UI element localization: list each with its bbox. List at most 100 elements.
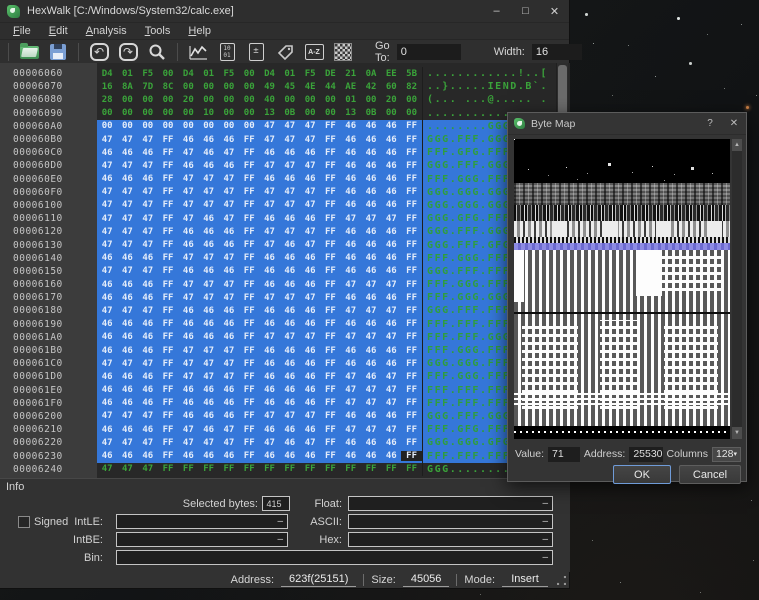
byte-cell[interactable]: 46	[280, 385, 300, 395]
byte-cell[interactable]: 21	[341, 69, 361, 79]
byte-cell[interactable]: 46	[280, 306, 300, 316]
byte-cell[interactable]: 47	[97, 359, 117, 369]
byte-cell[interactable]: 46	[280, 438, 300, 448]
byte-cell[interactable]: 00	[138, 108, 158, 118]
byte-cell[interactable]: 46	[361, 372, 381, 382]
byte-cell[interactable]: 20	[381, 95, 401, 105]
byte-cell[interactable]: 46	[259, 148, 279, 158]
byte-cell[interactable]: FF	[320, 187, 340, 197]
byte-cell[interactable]: FF	[401, 306, 421, 316]
byte-cell[interactable]: 46	[117, 451, 137, 461]
byte-cell[interactable]: FF	[239, 280, 259, 290]
byte-cell[interactable]: 46	[117, 385, 137, 395]
byte-cell[interactable]: 00	[239, 82, 259, 92]
resize-grip[interactable]	[557, 576, 566, 585]
byte-cell[interactable]: FF	[239, 240, 259, 250]
byte-cell[interactable]: 47	[341, 214, 361, 224]
byte-cell[interactable]: 46	[341, 411, 361, 421]
byte-cell[interactable]: 47	[361, 214, 381, 224]
byte-cell[interactable]: 46	[259, 319, 279, 329]
byte-cell[interactable]: 47	[198, 174, 218, 184]
byte-cell[interactable]: 46	[219, 227, 239, 237]
byte-cell[interactable]: 46	[300, 346, 320, 356]
byte-cell[interactable]: FF	[361, 464, 381, 474]
byte-cell[interactable]: 47	[198, 280, 218, 290]
byte-cell[interactable]: 00	[219, 82, 239, 92]
byte-cell[interactable]: 46	[361, 438, 381, 448]
byte-cell[interactable]: FF	[239, 306, 259, 316]
byte-cell[interactable]: FF	[158, 464, 178, 474]
menu-help[interactable]: Help	[179, 23, 220, 39]
byte-cell[interactable]: FF	[320, 293, 340, 303]
redo-icon[interactable]: ↷	[117, 42, 139, 63]
byte-cell[interactable]: 46	[381, 346, 401, 356]
byte-cell[interactable]: FF	[401, 385, 421, 395]
row-ascii[interactable]: ............!..[	[422, 67, 554, 80]
byte-cell[interactable]: 5B	[401, 69, 421, 79]
byte-cell[interactable]: 46	[300, 174, 320, 184]
byte-cell[interactable]: 46	[341, 293, 361, 303]
byte-cell[interactable]: 47	[300, 411, 320, 421]
byte-cell[interactable]: 46	[341, 359, 361, 369]
byte-cell[interactable]: 46	[280, 253, 300, 263]
byte-cell[interactable]: 47	[138, 187, 158, 197]
menu-analysis[interactable]: Analysis	[77, 23, 136, 39]
byte-cell[interactable]: 47	[198, 372, 218, 382]
byte-cell[interactable]: 00	[158, 108, 178, 118]
byte-cell[interactable]: 46	[361, 266, 381, 276]
byte-cell[interactable]: 47	[219, 425, 239, 435]
byte-cell[interactable]: 46	[381, 187, 401, 197]
ok-button[interactable]: OK	[613, 465, 671, 484]
byte-cell[interactable]: 46	[117, 148, 137, 158]
byte-cell[interactable]: 82	[401, 82, 421, 92]
byte-cell[interactable]: FF	[300, 464, 320, 474]
byte-cell[interactable]: 46	[361, 148, 381, 158]
byte-cell[interactable]: 46	[341, 174, 361, 184]
close-button[interactable]: ✕	[540, 1, 569, 22]
byte-cell[interactable]: 46	[341, 240, 361, 250]
byte-cell[interactable]: 46	[97, 451, 117, 461]
byte-cell[interactable]: 4E	[300, 82, 320, 92]
byte-cell[interactable]: 47	[97, 187, 117, 197]
byte-cell[interactable]: 00	[381, 108, 401, 118]
byte-cell[interactable]: 47	[219, 372, 239, 382]
byte-cell[interactable]: 46	[361, 200, 381, 210]
byte-cell[interactable]: 00	[401, 95, 421, 105]
intle-field[interactable]: –	[116, 514, 288, 529]
byte-cell[interactable]: 47	[138, 266, 158, 276]
byte-cell[interactable]: 47	[280, 227, 300, 237]
strings-icon[interactable]: A-Z	[303, 42, 325, 63]
byte-cell[interactable]: 47	[178, 174, 198, 184]
byte-cell[interactable]: FF	[239, 332, 259, 342]
byte-cell[interactable]: 46	[219, 135, 239, 145]
byte-cell[interactable]: 46	[198, 161, 218, 171]
byte-cell[interactable]: 00	[178, 108, 198, 118]
byte-cell[interactable]: 47	[259, 200, 279, 210]
byte-cell[interactable]: 00	[219, 95, 239, 105]
byte-cell[interactable]: 46	[97, 372, 117, 382]
byte-cell[interactable]: 47	[341, 398, 361, 408]
byte-cell[interactable]: 47	[381, 280, 401, 290]
byte-cell[interactable]: 46	[198, 398, 218, 408]
byte-cell[interactable]: FF	[320, 253, 340, 263]
byte-cell[interactable]: FF	[320, 411, 340, 421]
byte-cell[interactable]: 46	[97, 293, 117, 303]
byte-cell[interactable]: 46	[341, 319, 361, 329]
byte-cell[interactable]: 46	[381, 359, 401, 369]
byte-cell[interactable]: 46	[117, 280, 137, 290]
byte-cell[interactable]: 47	[300, 135, 320, 145]
byte-cell[interactable]: 46	[178, 266, 198, 276]
byte-cell[interactable]: 47	[138, 227, 158, 237]
byte-cell[interactable]: FF	[158, 253, 178, 263]
cancel-button[interactable]: Cancel	[679, 465, 741, 484]
byte-cell[interactable]: 46	[259, 398, 279, 408]
byte-cell[interactable]: 47	[381, 214, 401, 224]
byte-cell[interactable]: 47	[280, 293, 300, 303]
address-status-value[interactable]: 623f(25151)	[281, 573, 356, 587]
byte-cell[interactable]: FF	[401, 332, 421, 342]
byte-cell[interactable]: 46	[300, 398, 320, 408]
byte-cell[interactable]: 46	[300, 214, 320, 224]
byte-cell[interactable]: 47	[97, 161, 117, 171]
byte-cell[interactable]: 46	[341, 253, 361, 263]
byte-cell[interactable]: 47	[219, 438, 239, 448]
